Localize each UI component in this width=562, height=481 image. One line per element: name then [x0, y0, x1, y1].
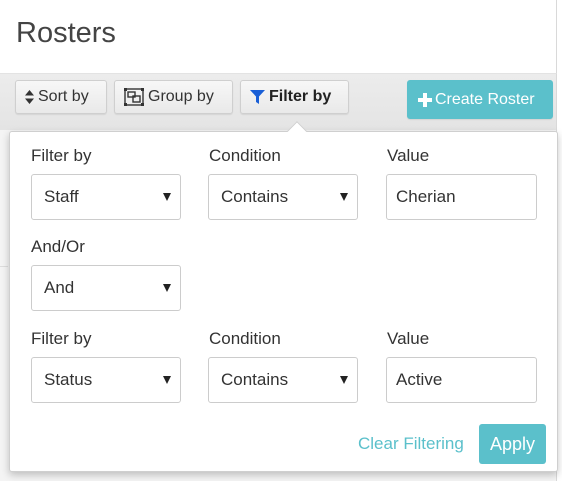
divider — [0, 266, 8, 267]
condition-select-1[interactable]: Contains — [208, 174, 358, 220]
and-or-label: And/Or — [31, 237, 85, 256]
value-input-1-text: Cherian — [396, 187, 456, 206]
page-header: Rosters — [0, 0, 557, 74]
condition-select-2[interactable]: Contains — [208, 357, 358, 403]
chevron-down-icon — [340, 193, 348, 201]
filter-by-label: Filter by — [269, 88, 332, 105]
condition-select-1-value: Contains — [221, 187, 289, 206]
value-label-1: Value — [387, 146, 430, 165]
value-label-2: Value — [387, 329, 430, 348]
filter-by-select-1-value: Staff — [44, 187, 79, 206]
sort-by-button[interactable]: Sort by — [15, 80, 107, 114]
filter-by-select-1[interactable]: Staff — [31, 174, 181, 220]
chevron-down-icon — [163, 284, 171, 292]
apply-button[interactable]: Apply — [479, 424, 546, 464]
filter-by-select-2[interactable]: Status — [31, 357, 181, 403]
value-input-2[interactable]: Active — [386, 357, 537, 403]
value-input-1[interactable]: Cherian — [386, 174, 537, 220]
sort-by-label: Sort by — [38, 88, 89, 105]
toolbar: Sort by Group by Filter by Create Roster — [0, 74, 557, 130]
group-by-label: Group by — [148, 88, 214, 105]
create-roster-label: Create Roster — [435, 90, 535, 108]
and-or-select-value: And — [44, 278, 75, 297]
condition-label-1: Condition — [209, 146, 281, 165]
sort-icon — [25, 90, 34, 104]
value-input-2-text: Active — [396, 370, 443, 389]
group-icon — [124, 88, 144, 106]
group-by-button[interactable]: Group by — [114, 80, 233, 114]
chevron-down-icon — [340, 376, 348, 384]
filter-icon — [250, 90, 265, 104]
chevron-down-icon — [163, 376, 171, 384]
filter-by-label-1: Filter by — [31, 146, 92, 165]
filter-panel: Filter by Condition Value Staff Contains… — [9, 121, 558, 472]
create-roster-button[interactable]: Create Roster — [407, 80, 553, 119]
condition-label-2: Condition — [209, 329, 281, 348]
page-title: Rosters — [16, 17, 116, 49]
filter-by-select-2-value: Status — [44, 370, 93, 389]
clear-filtering-link[interactable]: Clear Filtering — [358, 434, 464, 454]
filter-by-label-2: Filter by — [31, 329, 92, 348]
condition-select-2-value: Contains — [221, 370, 289, 389]
chevron-down-icon — [163, 193, 171, 201]
plus-icon — [418, 92, 432, 107]
filter-by-button[interactable]: Filter by — [240, 80, 349, 114]
and-or-select[interactable]: And — [31, 265, 181, 311]
